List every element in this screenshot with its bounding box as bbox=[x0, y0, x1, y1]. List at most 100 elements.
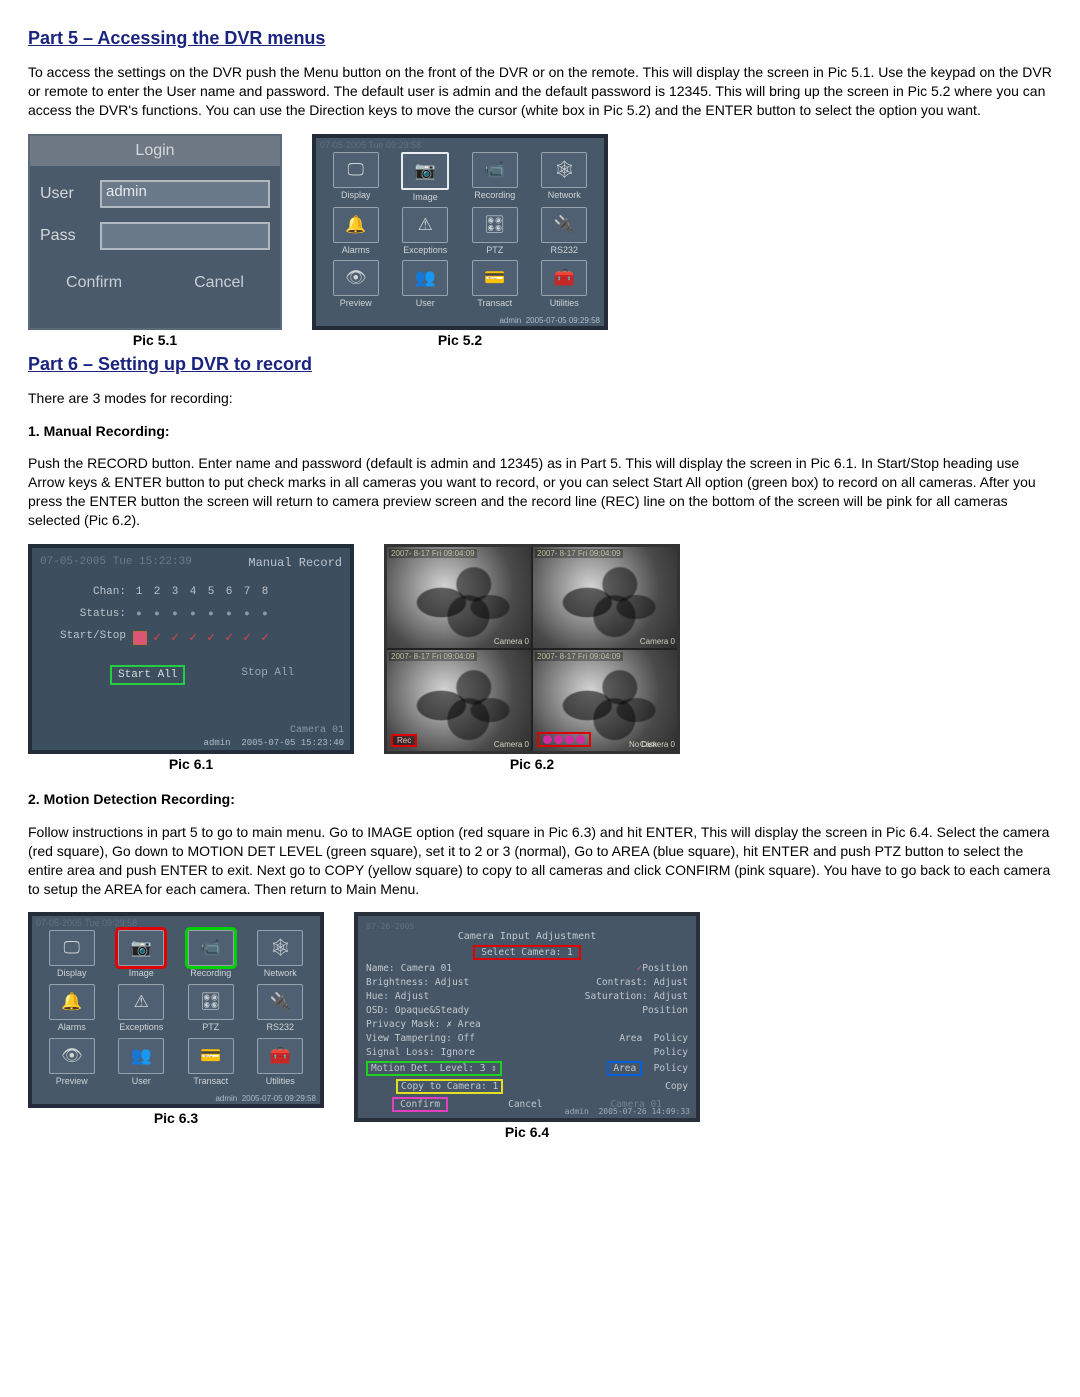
preview-icon: 👁 bbox=[333, 260, 379, 296]
vt-policy[interactable]: Policy bbox=[654, 1033, 688, 1044]
startstop-check[interactable]: ✓ bbox=[238, 630, 256, 645]
menu-item-label: User bbox=[416, 298, 435, 308]
brightness-adjust[interactable]: Adjust bbox=[435, 977, 469, 988]
menu-item-transact[interactable]: 💳Transact bbox=[177, 1038, 245, 1090]
menu-item-ptz[interactable]: 🎛PTZ bbox=[177, 984, 245, 1036]
startstop-label: Start/Stop bbox=[40, 630, 130, 645]
pass-label: Pass bbox=[40, 227, 100, 245]
chan-num: 5 bbox=[202, 586, 220, 598]
cv3-timestamp: 2007- 8-17 Fri 09:04:09 bbox=[389, 652, 477, 661]
network-icon: 🕸 bbox=[541, 152, 587, 188]
startstop-check[interactable]: ✓ bbox=[166, 630, 184, 645]
network-icon: 🕸 bbox=[257, 930, 303, 966]
menu-item-display[interactable]: 🖵Display bbox=[322, 152, 390, 205]
manrec-foot-time: 2005-07-05 15:23:40 bbox=[241, 738, 344, 748]
menu-item-exceptions[interactable]: ⚠Exceptions bbox=[108, 984, 176, 1036]
sigloss-label: Signal Loss: bbox=[366, 1047, 435, 1058]
menu-item-user[interactable]: 👥User bbox=[392, 260, 460, 311]
start-all-button[interactable]: Start All bbox=[110, 665, 185, 685]
menu-item-rs232[interactable]: 🔌RS232 bbox=[247, 984, 315, 1036]
menu63-footer-time: 2005-07-05 09:29:58 bbox=[242, 1094, 316, 1103]
menu-item-alarms[interactable]: 🔔Alarms bbox=[38, 984, 106, 1036]
startstop-check[interactable]: ✓ bbox=[148, 630, 166, 645]
status-dot bbox=[166, 608, 184, 620]
startstop-check[interactable]: ✓ bbox=[184, 630, 202, 645]
part6-para2: Follow instructions in part 5 to go to m… bbox=[28, 823, 1052, 899]
sl-policy[interactable]: Policy bbox=[654, 1047, 688, 1058]
sigloss-value[interactable]: Ignore bbox=[441, 1047, 475, 1058]
menu-item-utilities[interactable]: 🧰Utilities bbox=[247, 1038, 315, 1090]
menu-item-label: Network bbox=[548, 190, 581, 200]
menu-item-alarms[interactable]: 🔔Alarms bbox=[322, 207, 390, 258]
menu63-footer-user: admin bbox=[215, 1094, 237, 1103]
menu-item-transact[interactable]: 💳Transact bbox=[461, 260, 529, 311]
menu-item-preview[interactable]: 👁Preview bbox=[38, 1038, 106, 1090]
menu-item-label: Preview bbox=[340, 298, 372, 308]
menu-item-label: Utilities bbox=[266, 1076, 295, 1086]
startstop-check[interactable]: ✓ bbox=[256, 630, 274, 645]
menu63-datetime: 07-05-2005 Tue 09:29:58 bbox=[36, 918, 137, 928]
menu-item-network[interactable]: 🕸Network bbox=[247, 930, 315, 982]
chan-num: 4 bbox=[184, 586, 202, 598]
alarms-icon: 🔔 bbox=[49, 984, 95, 1020]
select-camera-field[interactable]: Select Camera: 1 bbox=[473, 945, 581, 960]
menu-item-utilities[interactable]: 🧰Utilities bbox=[531, 260, 599, 311]
menu-item-ptz[interactable]: 🎛PTZ bbox=[461, 207, 529, 258]
part6-sub2: 2. Motion Detection Recording: bbox=[28, 790, 1052, 809]
cv2-timestamp: 2007- 8-17 Fri 09:04:09 bbox=[535, 549, 623, 558]
osd-value[interactable]: Opaque&Steady bbox=[395, 1005, 469, 1016]
hue-adjust[interactable]: Adjust bbox=[395, 991, 429, 1002]
cia-dateline: 07-26-2005 bbox=[366, 922, 688, 931]
viewtamp-value[interactable]: Off bbox=[458, 1033, 475, 1044]
stop-all-button[interactable]: Stop All bbox=[235, 665, 300, 685]
confirm-button-cia[interactable]: Confirm bbox=[392, 1097, 448, 1112]
startstop-check[interactable]: ✓ bbox=[202, 630, 220, 645]
hue-label: Hue: bbox=[366, 991, 389, 1002]
pic-5-2-main-menu: 07-05-2005 Tue 09:29:58 🖵Display📷Image📹R… bbox=[312, 134, 608, 330]
manrec-dateline: 07-05-2005 Tue 15:22:39 bbox=[40, 556, 192, 574]
menu-item-display[interactable]: 🖵Display bbox=[38, 930, 106, 982]
user-label: User bbox=[40, 185, 100, 203]
menu-item-recording[interactable]: 📹Recording bbox=[177, 930, 245, 982]
cv1-cam: Camera 0 bbox=[494, 637, 529, 646]
cancel-button[interactable]: Cancel bbox=[194, 274, 244, 292]
motion-area-button[interactable]: Area bbox=[607, 1061, 642, 1076]
menu-item-preview[interactable]: 👁 Preview bbox=[322, 260, 390, 311]
vt-area[interactable]: Area bbox=[619, 1033, 642, 1044]
contrast-adjust[interactable]: Adjust bbox=[654, 977, 688, 988]
user-input[interactable]: admin bbox=[100, 180, 270, 208]
startstop-check[interactable]: ✓ bbox=[220, 630, 238, 645]
menu-item-label: Exceptions bbox=[403, 245, 447, 255]
preview-icon: 👁 bbox=[49, 1038, 95, 1074]
rs232-icon: 🔌 bbox=[541, 207, 587, 243]
cv4-timestamp: 2007- 8-17 Fri 09:04:09 bbox=[535, 652, 623, 661]
menu-item-exceptions[interactable]: ⚠Exceptions bbox=[392, 207, 460, 258]
pass-input[interactable] bbox=[100, 222, 270, 250]
menu-item-image[interactable]: 📷Image bbox=[392, 152, 460, 205]
menu-item-user[interactable]: 👥User bbox=[108, 1038, 176, 1090]
menu-item-recording[interactable]: 📹Recording bbox=[461, 152, 529, 205]
menu-item-image[interactable]: 📷Image bbox=[108, 930, 176, 982]
saturation-adjust[interactable]: Adjust bbox=[654, 991, 688, 1002]
copy-button[interactable]: Copy bbox=[665, 1081, 688, 1092]
manrec-foot-user: admin bbox=[204, 738, 231, 748]
name-position[interactable]: Position bbox=[642, 963, 688, 974]
startstop-check[interactable] bbox=[130, 630, 148, 645]
display-icon: 🖵 bbox=[49, 930, 95, 966]
name-value[interactable]: Camera 01 bbox=[401, 963, 452, 974]
menu-item-rs232[interactable]: 🔌RS232 bbox=[531, 207, 599, 258]
osd-position[interactable]: Position bbox=[642, 1005, 688, 1016]
motion-det-level-field[interactable]: Motion Det. Level: 3 ⇕ bbox=[366, 1061, 502, 1076]
privacy-value[interactable]: ✗ Area bbox=[446, 1019, 480, 1030]
cancel-button-cia[interactable]: Cancel bbox=[508, 1099, 542, 1110]
chan-num: 3 bbox=[166, 586, 184, 598]
copy-to-camera-field[interactable]: Copy to Camera: 1 bbox=[396, 1079, 503, 1094]
rs232-icon: 🔌 bbox=[257, 984, 303, 1020]
confirm-button[interactable]: Confirm bbox=[66, 274, 122, 292]
chan-num: 6 bbox=[220, 586, 238, 598]
menu-item-label: Exceptions bbox=[119, 1022, 163, 1032]
login-title: Login bbox=[30, 136, 280, 166]
motion-policy[interactable]: Policy bbox=[654, 1063, 688, 1074]
menu-item-network[interactable]: 🕸 Network bbox=[531, 152, 599, 205]
cv1-timestamp: 2007- 8-17 Fri 09:04:09 bbox=[389, 549, 477, 558]
